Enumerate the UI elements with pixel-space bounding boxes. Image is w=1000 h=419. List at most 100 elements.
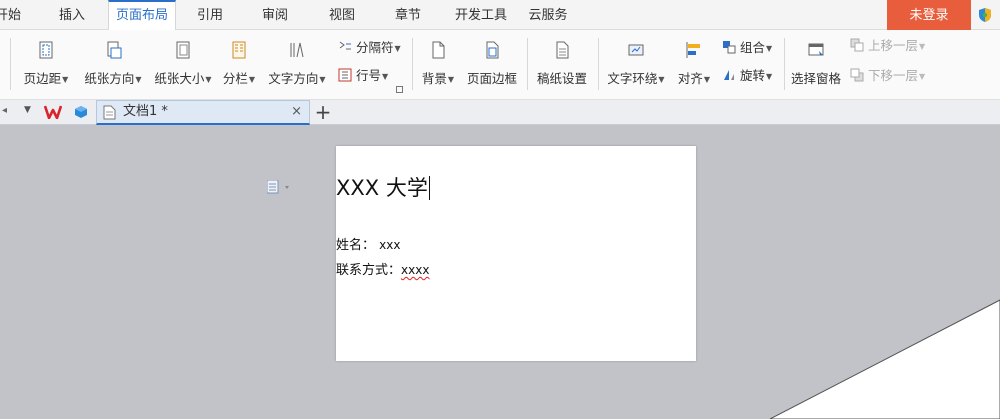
contact-line[interactable]: 联系方式：xxxx	[336, 259, 429, 278]
cloud-doc-icon[interactable]	[74, 105, 88, 119]
page-break-icon	[339, 41, 351, 50]
tab-insert[interactable]: 插入	[52, 0, 92, 30]
line-numbers-icon	[338, 68, 352, 82]
selection-pane-label: 选择窗格	[790, 71, 841, 86]
chevron-down-icon: ▼	[447, 75, 455, 84]
text-cursor	[428, 176, 430, 200]
selection-pane-icon	[808, 43, 824, 56]
document-title-text: XXX 大学	[336, 176, 428, 200]
page-border-label: 页面边框	[466, 71, 517, 86]
ribbon-separator	[527, 38, 528, 90]
document-tab-label: 文档1 *	[123, 104, 168, 119]
send-backward-label: 下移一层	[868, 68, 919, 83]
document-page[interactable]: XXX 大学 姓名： xxx 联系方式：xxxx	[336, 146, 696, 361]
orientation-label: 纸张方向	[84, 71, 135, 86]
wps-logo-icon[interactable]	[44, 105, 62, 119]
contact-label: 联系方式：	[336, 263, 402, 278]
rotate-button[interactable]: 旋转▼	[722, 66, 772, 86]
ribbon-separator	[10, 38, 11, 90]
chevron-down-icon: ▼	[248, 75, 256, 84]
login-button[interactable]: 未登录	[887, 0, 971, 30]
columns-button[interactable]: 分栏▼	[218, 30, 260, 98]
group-button[interactable]: 组合▼	[722, 38, 772, 58]
chevron-down-icon: ▼	[919, 72, 926, 81]
page-border-button[interactable]: 页面边框	[462, 30, 522, 98]
close-icon[interactable]: ×	[291, 101, 302, 123]
shield-icon[interactable]	[978, 7, 992, 23]
align-icon	[686, 42, 700, 58]
tab-document1[interactable]: 文档1 * ×	[96, 100, 310, 125]
menu-bar: 开始 插入 页面布局 引用 审阅 视图 章节 开发工具 云服务 未登录	[0, 0, 1000, 31]
ribbon-toolbar: 页边距▼ 纸张方向▼ 纸张大小▼ 分栏▼ 文字方向▼ 分隔符▼ 行号▼ 背景▼ …	[0, 30, 1000, 100]
align-label: 对齐	[677, 71, 703, 86]
arrow-left-icon[interactable]: ◂	[2, 105, 7, 116]
paper-size-icon	[176, 41, 190, 59]
text-wrap-icon	[628, 44, 644, 56]
line-numbers-label: 行号	[356, 68, 382, 83]
tab-page-layout[interactable]: 页面布局	[108, 0, 176, 31]
contact-value: xxxx	[401, 263, 430, 277]
chevron-down-icon: ▼	[919, 42, 926, 51]
chevron-down-icon[interactable]: ▼	[24, 105, 31, 115]
line-numbers-button[interactable]: 行号▼	[338, 66, 388, 86]
chevron-down-icon: ▼	[205, 75, 212, 84]
document-tab-bar: ◂ ▼ 文档1 * × +	[0, 100, 1000, 125]
send-backward-icon	[850, 68, 864, 82]
background-button[interactable]: 背景▼	[418, 30, 458, 98]
ribbon-separator	[598, 38, 599, 90]
text-wrap-button[interactable]: 文字环绕▼	[604, 30, 668, 98]
bring-forward-button[interactable]: 上移一层▼	[850, 36, 925, 56]
send-backward-button[interactable]: 下移一层▼	[850, 66, 925, 86]
columns-label: 分栏	[222, 71, 248, 86]
document-icon	[103, 105, 116, 120]
chevron-down-icon: ▼	[135, 75, 142, 84]
chevron-down-icon: ▼	[703, 75, 711, 84]
document-map-icon[interactable]	[267, 180, 293, 194]
chevron-down-icon: ▼	[382, 72, 389, 81]
ribbon-separator	[784, 38, 785, 90]
tab-view[interactable]: 视图	[322, 0, 362, 30]
paper-size-label: 纸张大小	[154, 71, 205, 86]
chevron-down-icon: ▼	[658, 75, 665, 84]
bring-forward-icon	[850, 38, 864, 52]
manuscript-paper-icon	[556, 41, 569, 59]
name-line[interactable]: 姓名： xxx	[336, 234, 400, 253]
rotate-label: 旋转	[740, 68, 766, 83]
tab-developer[interactable]: 开发工具	[448, 0, 514, 30]
tab-references[interactable]: 引用	[190, 0, 230, 30]
columns-icon	[232, 41, 246, 59]
margins-label: 页边距	[23, 71, 62, 86]
document-title[interactable]: XXX 大学	[336, 172, 430, 202]
new-tab-button[interactable]: +	[313, 100, 333, 124]
margins-button[interactable]: 页边距▼	[16, 30, 76, 98]
name-value: xxx	[379, 238, 401, 252]
manuscript-settings-label: 稿纸设置	[536, 71, 587, 86]
text-direction-icon	[290, 42, 304, 58]
align-button[interactable]: 对齐▼	[674, 30, 714, 98]
tab-chapter[interactable]: 章节	[388, 0, 428, 30]
background-label: 背景	[421, 71, 447, 86]
chevron-down-icon: ▼	[766, 44, 773, 53]
page-background-icon	[432, 41, 445, 59]
tab-cloud-service[interactable]: 云服务	[526, 0, 570, 30]
bring-forward-label: 上移一层	[868, 38, 919, 53]
selection-pane-button[interactable]: 选择窗格	[788, 30, 844, 98]
text-wrap-label: 文字环绕	[607, 71, 658, 86]
text-direction-button[interactable]: 文字方向▼	[264, 30, 330, 98]
tab-review[interactable]: 审阅	[255, 0, 295, 30]
orientation-button[interactable]: 纸张方向▼	[78, 30, 148, 98]
breaks-label: 分隔符	[356, 40, 394, 55]
chevron-down-icon: ▼	[394, 44, 401, 53]
manuscript-settings-button[interactable]: 稿纸设置	[532, 30, 592, 98]
paper-size-button[interactable]: 纸张大小▼	[148, 30, 218, 98]
paper-orientation-icon	[107, 41, 122, 59]
text-direction-label: 文字方向	[268, 71, 319, 86]
tab-home[interactable]: 开始	[0, 0, 28, 30]
chevron-down-icon: ▼	[62, 75, 69, 84]
rotate-icon	[724, 70, 734, 80]
chevron-down-icon: ▼	[766, 72, 773, 81]
group-label: 组合	[740, 40, 766, 55]
page-border-icon	[486, 41, 499, 59]
page-setup-launcher[interactable]	[396, 86, 403, 93]
breaks-button[interactable]: 分隔符▼	[338, 38, 401, 58]
